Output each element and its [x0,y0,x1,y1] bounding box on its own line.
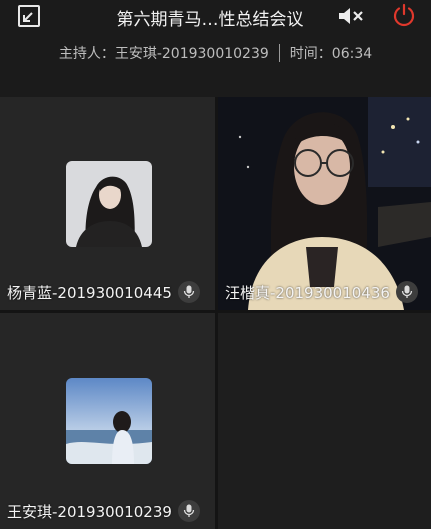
time-label: 时间：06:34 [289,46,373,62]
mic-icon [183,285,195,298]
mic-button[interactable] [395,281,418,303]
participant-video-tile[interactable]: 汪楷真-201930010436 [218,97,431,310]
exit-fullscreen-button[interactable] [14,2,44,30]
participant-avatar [66,378,152,464]
participant-name: 王安琪-201930010239 [7,502,172,521]
participant-name-row: 王安琪-201930010239 [7,499,200,523]
meeting-info: 主持人：王安琪-201930010239 时间：06:34 [0,38,431,68]
participant-name-row: 杨青蓝-201930010445 [7,280,200,304]
participant-tile[interactable]: 杨青蓝-201930010445 [0,97,215,310]
participant-grid: 杨青蓝-201930010445 汪楷真-201930010436 王安琪-20… [0,97,431,529]
collapse-icon [18,5,40,27]
speaker-toggle-button[interactable] [336,3,366,29]
mic-icon [183,504,195,517]
participant-avatar [66,161,152,247]
participant-tile[interactable]: 王安琪-201930010239 [0,313,215,529]
participant-video [218,97,431,310]
empty-tile [218,313,431,529]
participant-name: 杨青蓝-201930010445 [7,283,172,302]
participant-name: 汪楷真-201930010436 [225,283,390,302]
speaker-muted-icon [339,8,363,24]
mic-button[interactable] [177,500,200,522]
host-label: 主持人：王安琪-201930010239 [58,46,269,62]
mic-button[interactable] [177,281,200,303]
participant-name-row: 汪楷真-201930010436 [225,280,418,304]
mic-icon [401,285,413,298]
power-icon [393,3,415,27]
meeting-title: 第六期青马…性总结会议 [116,10,304,30]
leave-meeting-button[interactable] [390,1,418,29]
divider [278,44,280,62]
top-bar: 第六期青马…性总结会议 [0,0,431,32]
